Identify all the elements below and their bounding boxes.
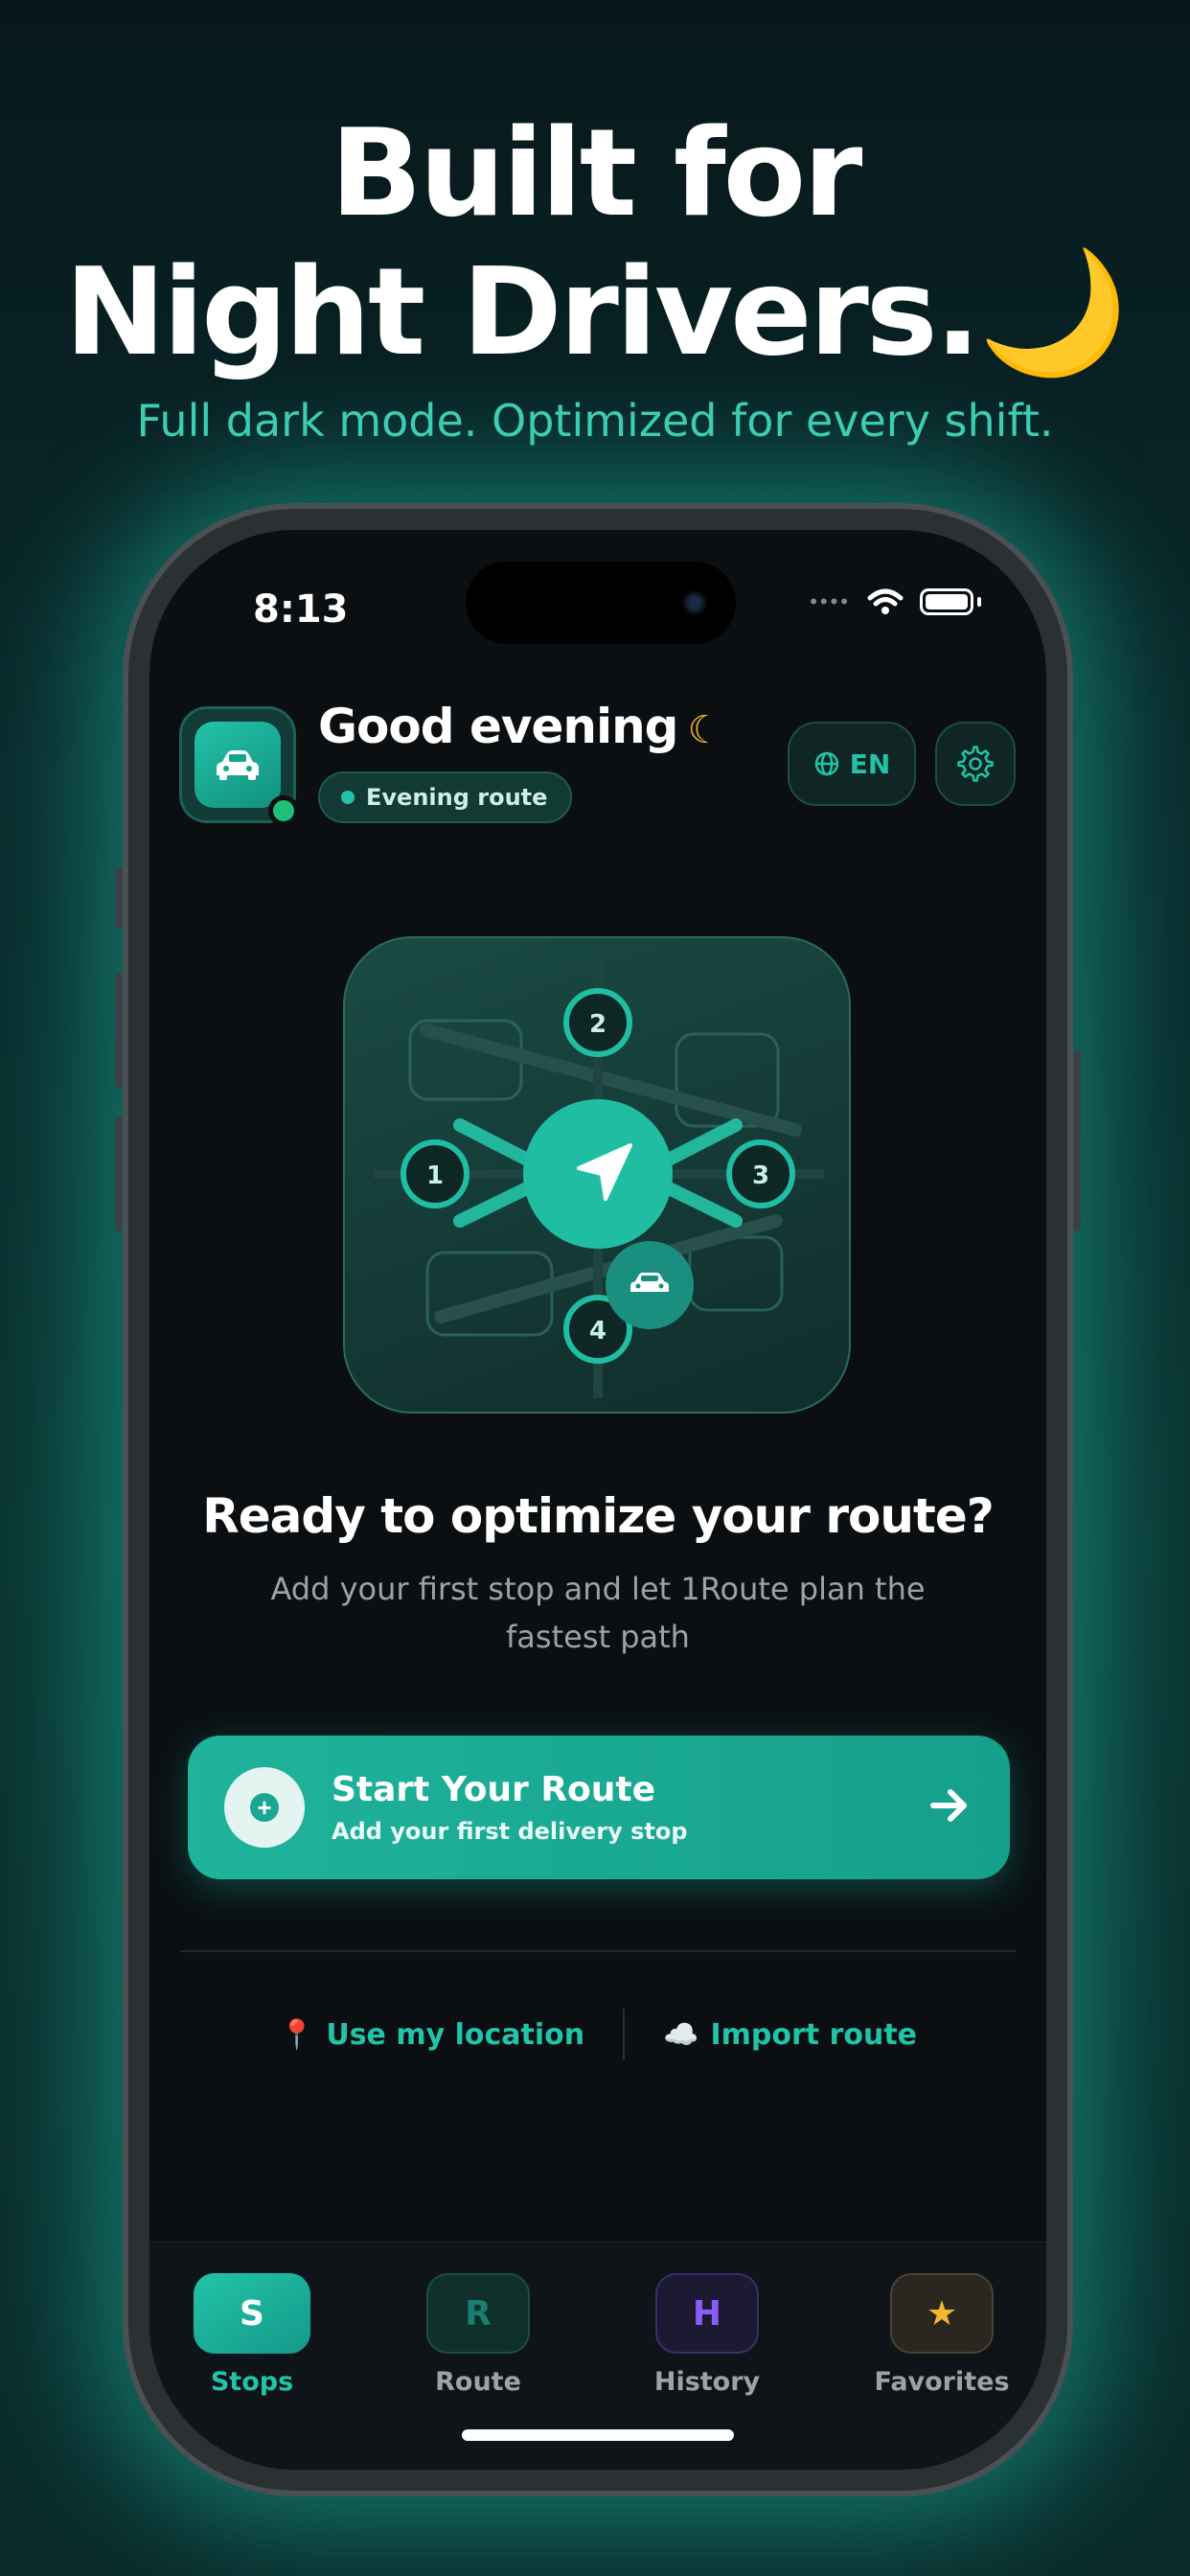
hero-line-1: Built for	[330, 103, 863, 243]
tab-label-stops: Stops	[210, 2367, 294, 2397]
start-route-button[interactable]: + Start Your Route Add your first delive…	[188, 1736, 1010, 1879]
action-button	[115, 867, 123, 929]
online-status-dot	[268, 795, 299, 826]
volume-down-button	[115, 1116, 123, 1231]
plus-icon: +	[250, 1793, 279, 1822]
history-tab-icon: H	[655, 2273, 759, 2354]
route-tab-icon: R	[426, 2273, 530, 2354]
pin-icon: 📍	[278, 2017, 315, 2052]
use-location-label: Use my location	[326, 2017, 585, 2052]
volume-up-button	[115, 973, 123, 1088]
globe-icon	[814, 751, 838, 776]
dynamic-island	[466, 562, 736, 644]
import-route-label: Import route	[710, 2017, 918, 2052]
quick-actions: 📍 Use my location ☁️ Import route	[149, 2006, 1046, 2063]
arrow-right-icon	[930, 1789, 967, 1822]
empty-state-subtitle: Add your first stop and let 1Route plan …	[270, 1571, 926, 1655]
stops-tab-icon: S	[194, 2273, 310, 2354]
tab-history[interactable]: H History	[626, 2273, 789, 2397]
cta-subtitle: Add your first delivery stop	[332, 1818, 688, 1845]
wifi-icon	[867, 588, 904, 614]
route-illustration: 2 1 3 4	[343, 936, 851, 1414]
language-button[interactable]: EN	[788, 722, 916, 806]
battery-icon	[920, 588, 973, 615]
greeting-text: Good evening	[318, 699, 678, 754]
divider	[180, 1950, 1016, 1952]
status-time: 8:13	[253, 587, 349, 632]
moon-emoji: 🌙	[977, 242, 1129, 382]
hero-headline: Built for Night Drivers.🌙	[0, 104, 1190, 381]
cloud-icon: ☁️	[663, 2017, 699, 2052]
use-location-link[interactable]: 📍 Use my location	[240, 2018, 623, 2052]
side-button	[1073, 1049, 1081, 1231]
hero-subtitle: Full dark mode. Optimized for every shif…	[136, 395, 1054, 447]
tab-stops[interactable]: S Stops	[171, 2273, 333, 2397]
tab-label-history: History	[653, 2367, 761, 2397]
hero-line-2-text: Night Drivers.	[64, 242, 980, 382]
tab-label-favorites: Favorites	[874, 2367, 1010, 2397]
hero-line-2: Night Drivers.🌙	[0, 242, 1190, 381]
front-camera	[682, 590, 707, 615]
battery-nub	[977, 597, 981, 607]
import-route-link[interactable]: ☁️ Import route	[625, 2018, 955, 2052]
empty-state-title: Ready to optimize your route?	[202, 1488, 994, 1544]
stop-marker-3: 3	[752, 1162, 769, 1190]
tab-route[interactable]: R Route	[397, 2273, 560, 2397]
home-indicator[interactable]	[462, 2429, 734, 2441]
language-label: EN	[849, 748, 891, 780]
stop-marker-2: 2	[589, 1010, 606, 1039]
route-map-graphic: 2 1 3 4	[374, 957, 824, 1398]
tab-label-route: Route	[435, 2367, 521, 2397]
stop-marker-1: 1	[426, 1162, 444, 1190]
status-icons: ••••	[810, 587, 981, 616]
route-time-pill: Evening route	[318, 771, 573, 823]
signal-icon: ••••	[810, 589, 851, 613]
crescent-moon-icon: ☾	[687, 708, 721, 752]
app-screen: 8:13 •••• Good evening ☾ Evening route E…	[149, 530, 1046, 2470]
app-avatar[interactable]	[182, 709, 299, 826]
gear-icon	[957, 746, 994, 782]
star-icon: ★	[890, 2273, 994, 2354]
phone-frame: 8:13 •••• Good evening ☾ Evening route E…	[115, 503, 1081, 2496]
car-icon	[217, 750, 259, 780]
pill-dot-icon	[341, 791, 355, 804]
cta-title: Start Your Route	[332, 1770, 656, 1809]
tab-favorites[interactable]: ★ Favorites	[860, 2273, 1023, 2397]
greeting: Good evening ☾	[318, 699, 721, 754]
settings-button[interactable]	[935, 722, 1016, 806]
route-pill-label: Evening route	[366, 784, 548, 811]
app-logo	[195, 722, 281, 808]
stop-marker-4: 4	[589, 1317, 606, 1346]
add-stop-icon: +	[224, 1767, 305, 1848]
